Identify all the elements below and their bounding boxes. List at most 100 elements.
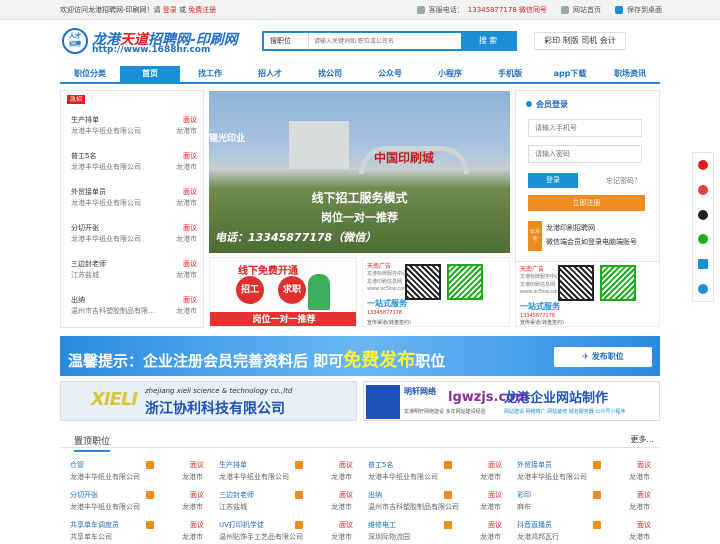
ad-banner-2[interactable]: 天南广告 龙港标牌服务中心 龙港印刷信息网 www.xc5kw.com 一站式服… (515, 260, 660, 327)
more-link[interactable]: 更多... (630, 434, 654, 445)
job-salary: 面议 (339, 461, 353, 469)
table-row[interactable]: 生产排单 面议 龙港丰华纸业有限公司 龙港市 (209, 460, 355, 484)
job-company[interactable]: 江苏盐城 (71, 270, 159, 280)
job-title[interactable]: 生产排单 (71, 115, 99, 125)
job-salary: 面议 (488, 521, 502, 529)
table-row[interactable]: 普工5名 面议 龙港丰华纸业有限公司 龙港市 (358, 460, 504, 484)
password-input[interactable] (528, 145, 642, 163)
table-row[interactable]: 彩印 面议 麻布 龙港市 (507, 490, 653, 514)
ad-foot: 宣传渠道(转盘签约) (520, 320, 564, 326)
job-company[interactable]: 龙港丰华纸业有限公司 (70, 502, 180, 512)
job-title[interactable]: 三边封老师 (71, 259, 106, 269)
promo-banner[interactable]: 线下免费开通 招工 求职 岗位一对一推荐 (209, 257, 357, 327)
job-company[interactable]: 温州贴饰手工艺品有限公司 (219, 532, 329, 542)
job-title[interactable]: 共享单车调度员 (70, 520, 119, 530)
job-company[interactable]: 龙港丰华纸业有限公司 (71, 198, 159, 208)
list-item[interactable]: 外贸接单员 面议 龙港丰华纸业有限公司 龙港市 (71, 187, 197, 217)
table-row[interactable]: 三边封老师 面议 江苏盐城 龙港市 (209, 490, 355, 514)
job-title[interactable]: 普工5名 (71, 151, 96, 161)
list-item[interactable]: 分切开张 面议 龙港丰华纸业有限公司 龙港市 (71, 223, 197, 253)
job-title[interactable]: UV打印机学徒 (219, 520, 264, 530)
job-company[interactable]: 龙港丰华纸业有限公司 (71, 126, 159, 136)
table-row[interactable]: 仓管 面议 龙港丰华纸业有限公司 龙港市 (60, 460, 206, 484)
nav-item-mini-program[interactable]: 小程序 (420, 66, 480, 82)
login-link[interactable]: 登录 (163, 6, 177, 14)
list-item[interactable]: 生产排单 面议 龙港丰华纸业有限公司 龙港市 (71, 115, 197, 145)
job-title[interactable]: 分切开张 (70, 490, 98, 500)
nav-item-find-job[interactable]: 找工作 (180, 66, 240, 82)
list-item[interactable]: 三边封老师 面议 江苏盐城 龙港市 (71, 259, 197, 289)
or-label: 或 (179, 6, 186, 14)
logo-badge[interactable]: 人才 招聘 (62, 28, 88, 54)
job-company[interactable]: 龙港鸿邦瓦行 (517, 532, 627, 542)
register-button[interactable]: 立即注册 (528, 195, 645, 211)
qr-code-icon[interactable] (698, 258, 708, 269)
table-row[interactable]: 分切开张 面议 龙港丰华纸业有限公司 龙港市 (60, 490, 206, 514)
register-link[interactable]: 免费注册 (188, 6, 216, 14)
main-banner[interactable]: 锡光印业 中国印刷城 线下招工服务模式 岗位一对一推荐 电话：133458771… (209, 91, 510, 253)
job-company[interactable]: 龙港丰华纸业有限公司 (219, 472, 329, 482)
table-row[interactable]: 外贸接单员 面议 龙港丰华纸业有限公司 龙港市 (507, 460, 653, 484)
job-title[interactable]: 三边封老师 (219, 490, 254, 500)
save-desktop-link[interactable]: 保存到桌面 (627, 5, 662, 15)
forgot-password-link[interactable]: 忘记密码？ (606, 176, 641, 186)
job-company[interactable]: 共享单车公司 (70, 532, 180, 542)
back-to-top-icon[interactable] (698, 283, 708, 294)
table-row[interactable]: 维修电工 面议 深圳际物流园 龙港市 (358, 520, 504, 544)
nav-item-news[interactable]: 职场资讯 (600, 66, 660, 82)
nav-item-home[interactable]: 首页 (120, 66, 180, 82)
nav-item-categories[interactable]: 职位分类 (60, 66, 120, 82)
job-title[interactable]: 抖音直播员 (517, 520, 552, 530)
job-company[interactable]: 温州市吉科塑胶制品有限... (71, 306, 159, 316)
table-row[interactable]: UV打印机学徒 面议 温州贴饰手工艺品有限公司 龙港市 (209, 520, 355, 544)
job-company[interactable]: 龙港丰华纸业有限公司 (70, 472, 180, 482)
phone-icon (416, 6, 425, 14)
table-row[interactable]: 出纳 面议 温州市吉科塑胶制品有限公司 龙港市 (358, 490, 504, 514)
search-button[interactable]: 搜 索 (461, 33, 515, 49)
list-item[interactable]: 普工5名 面议 龙港丰华纸业有限公司 龙港市 (71, 151, 197, 181)
job-company[interactable]: 温州市吉科塑胶制品有限公司 (368, 502, 478, 512)
nav-item-hire[interactable]: 招人才 (240, 66, 300, 82)
post-job-button[interactable]: ✈ 发布职位 (554, 347, 652, 367)
phone-input[interactable] (528, 119, 642, 137)
job-title[interactable]: 维修电工 (368, 520, 396, 530)
login-title: 会员登录 (526, 99, 568, 110)
home-icon[interactable] (698, 160, 708, 171)
search-type-select[interactable]: 搜职位 (264, 33, 309, 49)
job-title[interactable]: 分切开张 (71, 223, 99, 233)
ad-xieli[interactable]: XIELI zhejiang xieli science & technolog… (60, 381, 357, 421)
table-row[interactable]: 共享单车调度员 面议 共享单车公司 龙港市 (60, 520, 206, 544)
top-bar: 欢迎访问龙港招聘网-印刷网！请 登录 或 免费注册 客服电话： 13345877… (0, 0, 720, 20)
ad-website-build[interactable]: 明轩网络 lgwzjs.com 龙港企业网站制作 龙港明轩网络建设 多年网站建设… (363, 381, 660, 421)
job-title[interactable]: 生产排单 (219, 460, 247, 470)
nav-item-official-account[interactable]: 公众号 (360, 66, 420, 82)
job-company[interactable]: 龙港丰华纸业有限公司 (71, 234, 159, 244)
job-title[interactable]: 出纳 (368, 490, 382, 500)
job-title[interactable]: 出纳 (71, 295, 85, 305)
login-button[interactable]: 登录 (528, 173, 578, 188)
job-company[interactable]: 麻布 (517, 502, 627, 512)
phone-icon[interactable] (698, 184, 708, 195)
nav-item-app[interactable]: app下载 (540, 66, 600, 82)
nav-item-companies[interactable]: 找公司 (300, 66, 360, 82)
nav-item-mobile[interactable]: 手机版 (480, 66, 540, 82)
table-row[interactable]: 抖音直播员 面议 龙港鸿邦瓦行 龙港市 (507, 520, 653, 544)
job-title[interactable]: 外贸接单员 (71, 187, 106, 197)
list-item[interactable]: 出纳 面议 温州市吉科塑胶制品有限... 龙港市 (71, 295, 197, 325)
job-company[interactable]: 龙港丰华纸业有限公司 (368, 472, 478, 482)
job-company[interactable]: 江苏盐城 (219, 502, 329, 512)
job-title[interactable]: 仓管 (70, 460, 84, 470)
job-title[interactable]: 彩印 (517, 490, 531, 500)
ad-banner-1[interactable]: 天南广告 龙港标牌服务中心 龙港印刷信息网 www.xc5kw.com 一站式服… (362, 257, 510, 327)
job-company[interactable]: 龙港丰华纸业有限公司 (517, 472, 627, 482)
mobile-site-link[interactable]: 网站首页 (573, 5, 601, 15)
job-title[interactable]: 普工5名 (368, 460, 393, 470)
job-title[interactable]: 外贸接单员 (517, 460, 552, 470)
job-company[interactable]: 深圳际物流园 (368, 532, 478, 542)
wechat-icon[interactable] (698, 234, 708, 245)
post-job-label: 发布职位 (591, 352, 624, 361)
search-input[interactable] (314, 34, 462, 48)
qq-icon[interactable] (698, 209, 708, 220)
job-company[interactable]: 龙港丰华纸业有限公司 (71, 162, 159, 172)
hot-keywords[interactable]: 彩印 制版 司机 会计 (534, 32, 626, 50)
